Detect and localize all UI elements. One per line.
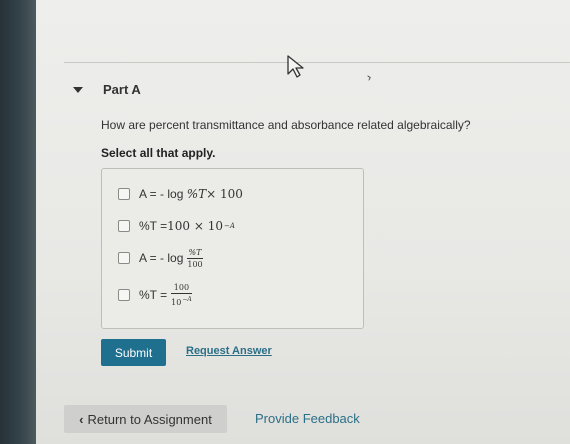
option-1-rest: × 100 [206,187,243,201]
option-3-fraction: %T 100 [187,247,203,269]
option-2-math: 100 × 10 [167,219,223,233]
option-2-exponent: −A [223,222,235,230]
option-1-math: %T [186,187,207,201]
option-2-label: %T = 100 × 10 −A [139,219,235,233]
option-4-numerator: 100 [173,283,190,292]
provide-feedback-link[interactable]: Provide Feedback [255,411,360,426]
caret-down-icon [73,86,83,93]
option-2-checkbox[interactable] [118,220,130,232]
answer-options: A = - log %T × 100 %T = 100 × 10 −A A = -… [101,168,364,329]
chevron-left-icon: ‹ [79,411,84,427]
part-title: Part A [103,82,141,97]
option-4-exponent: −A [182,296,192,303]
option-1-label: A = - log %T × 100 [139,187,243,201]
question-prompt: How are percent transmittance and absorb… [101,118,471,132]
option-4-lead: %T = [139,288,168,302]
option-3-checkbox[interactable] [118,252,130,264]
option-4-label: %T = 100 10−A [139,283,192,307]
part-a-toggle[interactable]: Part A [73,82,141,97]
option-2-lead: %T = [139,219,168,233]
option-4-denominator: 10 [171,298,182,307]
option-4[interactable]: %T = 100 10−A [118,283,192,307]
option-1-checkbox[interactable] [118,188,130,200]
arrow-pointer-icon [287,55,304,78]
option-1-lead: A = - log [139,187,184,201]
left-sidebar-edge [0,0,36,444]
option-2[interactable]: %T = 100 × 10 −A [118,214,235,238]
option-3-denominator: 100 [187,259,203,269]
section-divider [64,62,570,63]
option-1[interactable]: A = - log %T × 100 [118,182,243,206]
option-3-numerator: %T [188,247,202,257]
option-3-label: A = - log %T 100 [139,248,203,269]
option-4-fraction: 100 10−A [171,283,192,307]
option-4-checkbox[interactable] [118,289,130,301]
submit-button[interactable]: Submit [101,339,166,366]
return-label: Return to Assignment [87,411,212,427]
option-3[interactable]: A = - log %T 100 [118,246,203,270]
request-answer-link[interactable]: Request Answer [186,345,272,357]
option-3-lead: A = - log [139,251,184,265]
question-instruction: Select all that apply. [101,146,216,160]
return-to-assignment-button[interactable]: ‹ Return to Assignment [64,405,227,433]
